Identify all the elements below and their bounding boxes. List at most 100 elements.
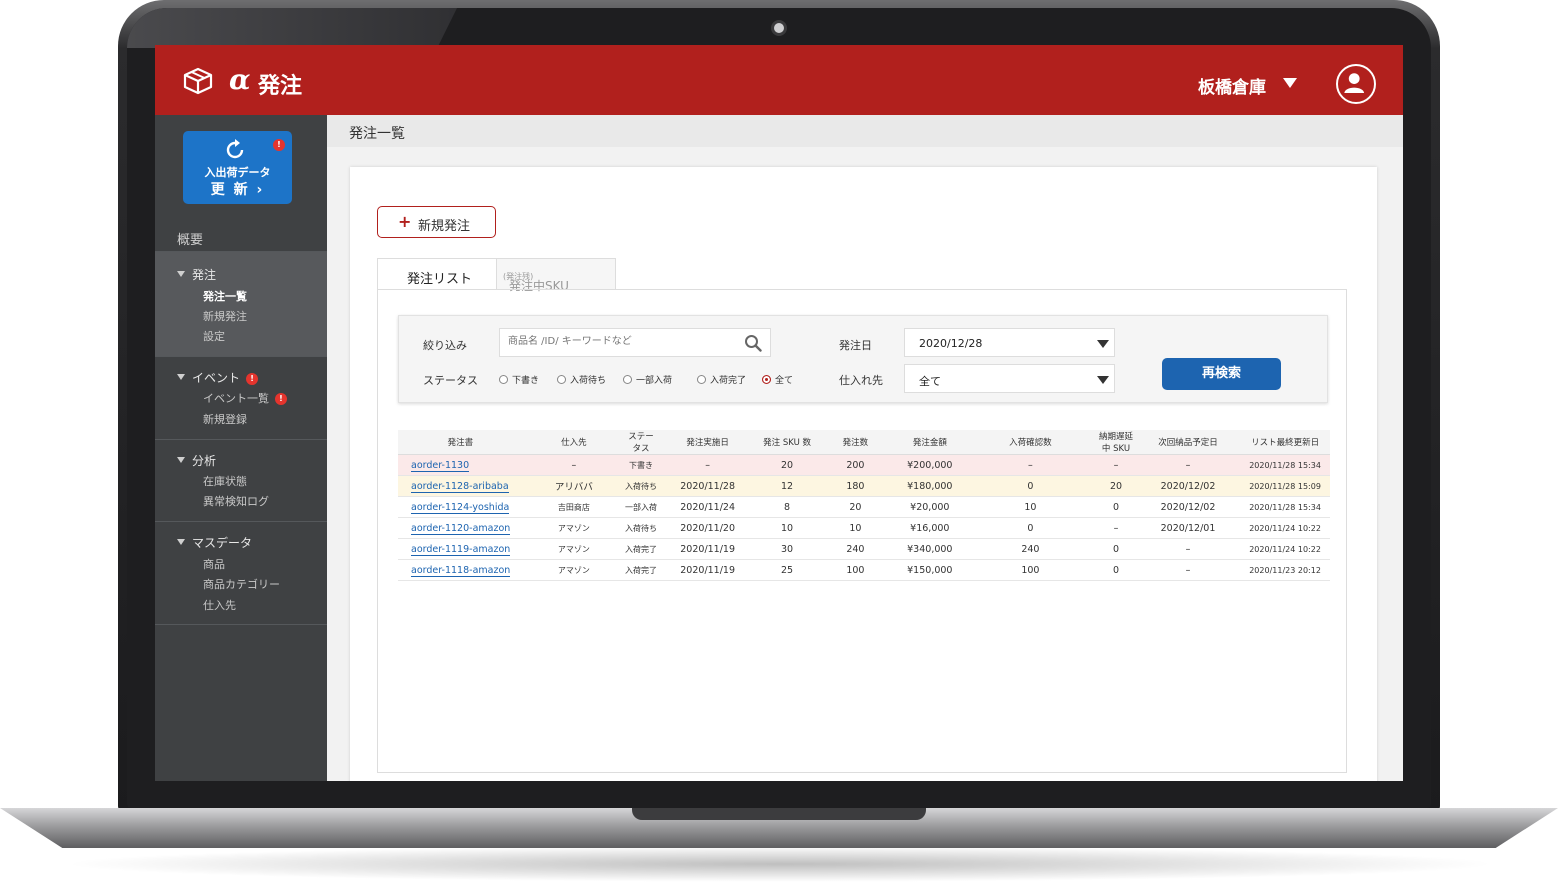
- search-input[interactable]: [506, 335, 736, 348]
- table-row[interactable]: aorder-1124-yoshida 吉田商店 一部入荷 2020/11/24…: [398, 496, 1330, 518]
- table-cell: 0: [1096, 538, 1136, 560]
- order-id[interactable]: aorder-1119-amazon: [398, 538, 523, 560]
- radio-icon[interactable]: [697, 375, 706, 384]
- status-radio-partial[interactable]: 一部入荷: [623, 373, 672, 386]
- table-cell: 20: [815, 496, 895, 518]
- order-id[interactable]: aorder-1130: [398, 454, 523, 476]
- table-cell: –: [1135, 559, 1241, 581]
- order-link[interactable]: aorder-1128-aribaba: [411, 480, 509, 493]
- table-cell: 2020/11/28 15:34: [1240, 496, 1330, 518]
- search-box[interactable]: [499, 328, 771, 357]
- sidebar-item-new-order[interactable]: 新規発注: [203, 308, 247, 324]
- webcam: [771, 20, 787, 36]
- order-id[interactable]: aorder-1124-yoshida: [398, 496, 523, 518]
- tab-order-list[interactable]: 発注リスト: [377, 258, 497, 290]
- table-header-row: 発注書 仕入先 ステータス 発注実施日 発注 SKU 数 発注数 発注金額 入荷…: [398, 430, 1330, 455]
- sidebar-group-analysis-label[interactable]: 分析: [177, 452, 216, 469]
- sidebar-item-product-categories[interactable]: 商品カテゴリー: [203, 576, 280, 592]
- app-screen: α 発注 板橋倉庫 ! 入出荷データ 更 新 › 概要 発注 発注一覧 新規発注…: [155, 45, 1403, 781]
- caret-down-icon[interactable]: [1283, 78, 1297, 88]
- table-cell: –: [1135, 454, 1241, 476]
- order-id[interactable]: aorder-1118-amazon: [398, 559, 523, 581]
- table-row[interactable]: aorder-1120-amazon アマゾン 入荷待ち 2020/11/20 …: [398, 517, 1330, 539]
- order-date-select[interactable]: 2020/12/28: [904, 328, 1115, 357]
- table-cell: 2020/11/24 10:22: [1240, 517, 1330, 539]
- sidebar-item-settings[interactable]: 設定: [203, 328, 225, 344]
- table-cell: 30: [758, 538, 816, 560]
- caret-down-icon[interactable]: [1097, 376, 1109, 384]
- sidebar-item-event-list[interactable]: イベント一覧!: [203, 390, 287, 406]
- table-row[interactable]: aorder-1130 – 下書き – 20 200 ¥200,000 – – …: [398, 454, 1330, 476]
- refresh-action-label: 更 新 ›: [210, 182, 265, 198]
- column-header[interactable]: 発注金額: [894, 430, 965, 455]
- column-header[interactable]: 発注数: [815, 430, 895, 455]
- order-link[interactable]: aorder-1119-amazon: [411, 543, 511, 556]
- order-id[interactable]: aorder-1120-amazon: [398, 517, 523, 539]
- order-link[interactable]: aorder-1130: [411, 459, 470, 472]
- user-icon[interactable]: [1336, 64, 1376, 104]
- order-id[interactable]: aorder-1128-aribaba: [398, 475, 523, 497]
- table-cell: 8: [758, 496, 816, 518]
- caret-down-icon[interactable]: [1097, 340, 1109, 348]
- sidebar-item-products[interactable]: 商品: [203, 556, 225, 572]
- radio-icon[interactable]: [623, 375, 632, 384]
- order-link[interactable]: aorder-1120-amazon: [411, 522, 511, 535]
- column-header[interactable]: 次回納品予定日: [1135, 430, 1241, 455]
- order-link[interactable]: aorder-1118-amazon: [411, 564, 511, 577]
- radio-selected-icon[interactable]: [762, 375, 771, 384]
- sidebar-group-event-label[interactable]: イベント!: [177, 369, 259, 386]
- status-radio-waiting[interactable]: 入荷待ち: [557, 373, 606, 386]
- new-order-button[interactable]: + 新規発注: [377, 206, 496, 238]
- table-cell: 240: [815, 538, 895, 560]
- tab-ordering-sku[interactable]: 発注中SKU (発注残): [496, 258, 616, 293]
- research-button[interactable]: 再検索: [1162, 358, 1281, 390]
- table-row[interactable]: aorder-1128-aribaba アリババ 入荷待ち 2020/11/28…: [398, 475, 1330, 497]
- table-cell: ¥150,000: [894, 559, 965, 581]
- table-cell: 0: [964, 475, 1097, 497]
- sidebar-group-analysis: 分析 在庫状態 異常検知ログ: [155, 439, 327, 521]
- sidebar-item-stock-status[interactable]: 在庫状態: [203, 473, 247, 489]
- table-cell: 180: [815, 475, 895, 497]
- laptop-shadow: [60, 846, 1500, 882]
- refresh-data-button[interactable]: ! 入出荷データ 更 新 ›: [183, 131, 292, 204]
- column-header[interactable]: 入荷確認数: [964, 430, 1097, 455]
- column-header[interactable]: 発注実施日: [656, 430, 759, 455]
- caret-down-icon: [177, 539, 185, 545]
- column-header[interactable]: 仕入先: [522, 430, 625, 455]
- radio-icon[interactable]: [499, 375, 508, 384]
- filter-panel: 絞り込み ステータス 下書き 入荷待ち 一部入荷 入荷完了 全て 発注日 202…: [398, 315, 1328, 403]
- sidebar-overview[interactable]: 概要: [177, 229, 203, 248]
- table-cell: 10: [964, 496, 1097, 518]
- table-cell: 100: [964, 559, 1097, 581]
- order-link[interactable]: aorder-1124-yoshida: [411, 501, 510, 514]
- sidebar-group-master-label[interactable]: マスデータ: [177, 534, 252, 551]
- sidebar-item-order-list[interactable]: 発注一覧: [203, 288, 247, 304]
- table-row[interactable]: aorder-1119-amazon アマゾン 入荷完了 2020/11/19 …: [398, 538, 1330, 560]
- sidebar-group-order-label[interactable]: 発注: [177, 266, 216, 283]
- column-header[interactable]: 発注 SKU 数: [758, 430, 816, 455]
- caret-down-icon: [177, 374, 185, 380]
- table-cell: 0: [964, 517, 1097, 539]
- supplier-select[interactable]: 全て: [904, 364, 1115, 393]
- column-header[interactable]: 発注書: [398, 430, 523, 455]
- table-cell: 0: [1096, 559, 1136, 581]
- radio-icon[interactable]: [557, 375, 566, 384]
- sidebar-item-anomaly-log[interactable]: 異常検知ログ: [203, 493, 269, 509]
- sidebar-item-event-new[interactable]: 新規登録: [203, 411, 247, 427]
- table-cell: 2020/11/24: [656, 496, 759, 518]
- plus-icon: +: [398, 212, 412, 231]
- status-radio-complete[interactable]: 入荷完了: [697, 373, 746, 386]
- column-header[interactable]: リスト最終更新日: [1240, 430, 1330, 455]
- table-cell: ¥180,000: [894, 475, 965, 497]
- table-cell: アマゾン: [522, 559, 625, 581]
- status-radio-all[interactable]: 全て: [762, 373, 793, 386]
- table-row[interactable]: aorder-1118-amazon アマゾン 入荷完了 2020/11/19 …: [398, 559, 1330, 581]
- search-icon[interactable]: [744, 334, 762, 352]
- sidebar-item-suppliers[interactable]: 仕入先: [203, 597, 236, 613]
- column-header[interactable]: 納期遅延中 SKU: [1096, 430, 1136, 455]
- column-header[interactable]: ステータス: [624, 430, 657, 455]
- table-cell: 10: [815, 517, 895, 539]
- table-cell: 下書き: [624, 454, 657, 476]
- warehouse-selector[interactable]: 板橋倉庫: [1198, 73, 1266, 98]
- status-radio-draft[interactable]: 下書き: [499, 373, 539, 386]
